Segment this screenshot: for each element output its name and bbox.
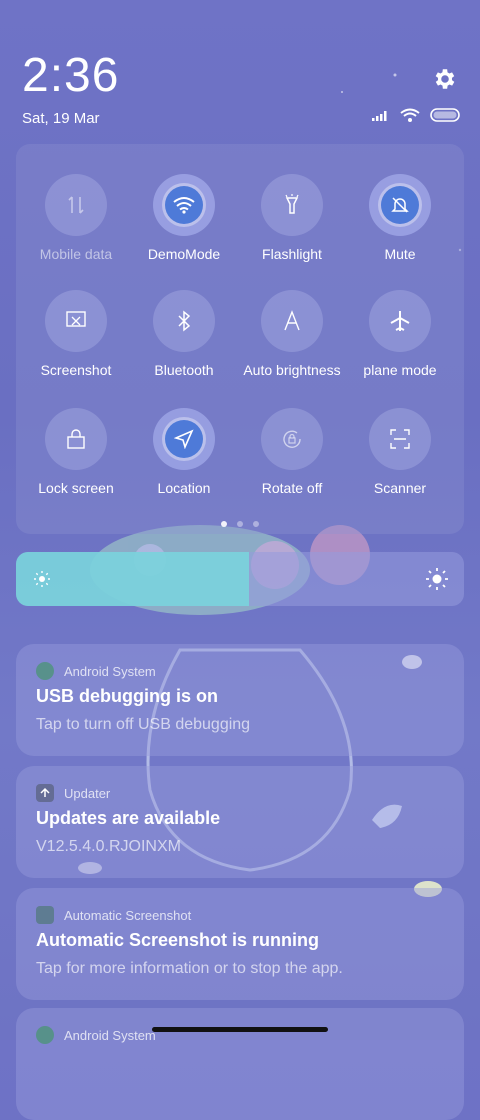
date: Sat, 19 Mar [22, 110, 100, 127]
mute-icon [381, 186, 419, 224]
brightness-low-icon [34, 571, 50, 587]
mobile-data-icon [45, 174, 107, 236]
home-indicator[interactable] [152, 1027, 328, 1032]
notification-app: Android System [36, 1026, 156, 1044]
tile-label: Mute [384, 246, 416, 262]
tile-flashlight[interactable]: Flashlight [238, 174, 346, 262]
tile-label: Auto brightness [243, 362, 341, 378]
tile-label: Flashlight [262, 246, 322, 262]
status-icons [372, 108, 460, 122]
page-indicator [16, 521, 464, 527]
location-icon [165, 420, 203, 458]
brightness-high-icon [426, 568, 448, 590]
tile-label: Bluetooth [154, 362, 214, 378]
notification-card[interactable]: Android System [16, 1008, 464, 1120]
app-name: Android System [64, 1027, 156, 1043]
brightness-fill [16, 552, 249, 606]
scanner-icon [369, 408, 431, 470]
notification-text: Tap for more information or to stop the … [36, 960, 343, 977]
quick-settings-panel: Mobile data DemoMode Flashlight Mute Scr… [16, 144, 464, 534]
battery-icon [430, 108, 460, 122]
page-dot [221, 521, 227, 527]
tile-airplane-mode[interactable]: plane mode [346, 290, 454, 378]
notification-app: Automatic Screenshot [36, 906, 191, 924]
tile-mobile-data[interactable]: Mobile data [22, 174, 130, 262]
flashlight-icon [261, 174, 323, 236]
tile-label: plane mode [363, 362, 437, 378]
notification-card[interactable]: Android System USB debugging is on Tap t… [16, 644, 464, 756]
tile-lock-screen[interactable]: Lock screen [22, 408, 130, 496]
tile-rotate-off[interactable]: Rotate off [238, 408, 346, 496]
signal-icon [372, 111, 387, 121]
android-icon [36, 1026, 54, 1044]
gear-icon[interactable] [432, 66, 458, 92]
screenshot-app-icon [36, 906, 54, 924]
tile-label: Lock screen [38, 480, 114, 496]
screenshot-icon [45, 290, 107, 352]
bluetooth-icon [153, 290, 215, 352]
notification-text: V12.5.4.0.RJOINXM [36, 838, 181, 855]
auto-brightness-icon [261, 290, 323, 352]
tile-auto-brightness[interactable]: Auto brightness [238, 290, 346, 378]
clock: 2:36 [22, 49, 120, 102]
tile-label: Mobile data [39, 246, 113, 262]
app-name: Android System [64, 663, 156, 679]
page-dot [237, 521, 243, 527]
wifi-icon [165, 186, 203, 224]
rotate-lock-icon [261, 408, 323, 470]
airplane-icon [369, 290, 431, 352]
notification-title: USB debugging is on [36, 686, 218, 706]
tile-label: DemoMode [147, 246, 221, 262]
tile-label: Rotate off [261, 480, 323, 496]
app-name: Automatic Screenshot [64, 907, 192, 923]
tile-label: Screenshot [40, 362, 112, 378]
tile-label: Location [157, 480, 211, 496]
brightness-slider[interactable] [16, 552, 464, 606]
notification-card[interactable]: Automatic Screenshot Automatic Screensho… [16, 888, 464, 1000]
notification-app: Updater [36, 784, 110, 802]
notification-title: Automatic Screenshot is running [36, 930, 320, 950]
updater-icon [36, 784, 54, 802]
android-icon [36, 662, 54, 680]
notification-text: Tap to turn off USB debugging [36, 716, 251, 733]
notification-card[interactable]: Updater Updates are available V12.5.4.0.… [16, 766, 464, 878]
notification-title: Updates are available [36, 808, 221, 828]
notification-app: Android System [36, 662, 156, 680]
tile-scanner[interactable]: Scanner [346, 408, 454, 496]
tile-screenshot[interactable]: Screenshot [22, 290, 130, 378]
tile-mute[interactable]: Mute [346, 174, 454, 262]
tile-bluetooth[interactable]: Bluetooth [130, 290, 238, 378]
tile-demomode[interactable]: DemoMode [130, 174, 238, 262]
lock-icon [45, 408, 107, 470]
tile-label: Scanner [373, 480, 427, 496]
app-name: Updater [64, 785, 111, 801]
wifi-status-icon [400, 108, 420, 122]
page-dot [253, 521, 259, 527]
tile-location[interactable]: Location [130, 408, 238, 496]
